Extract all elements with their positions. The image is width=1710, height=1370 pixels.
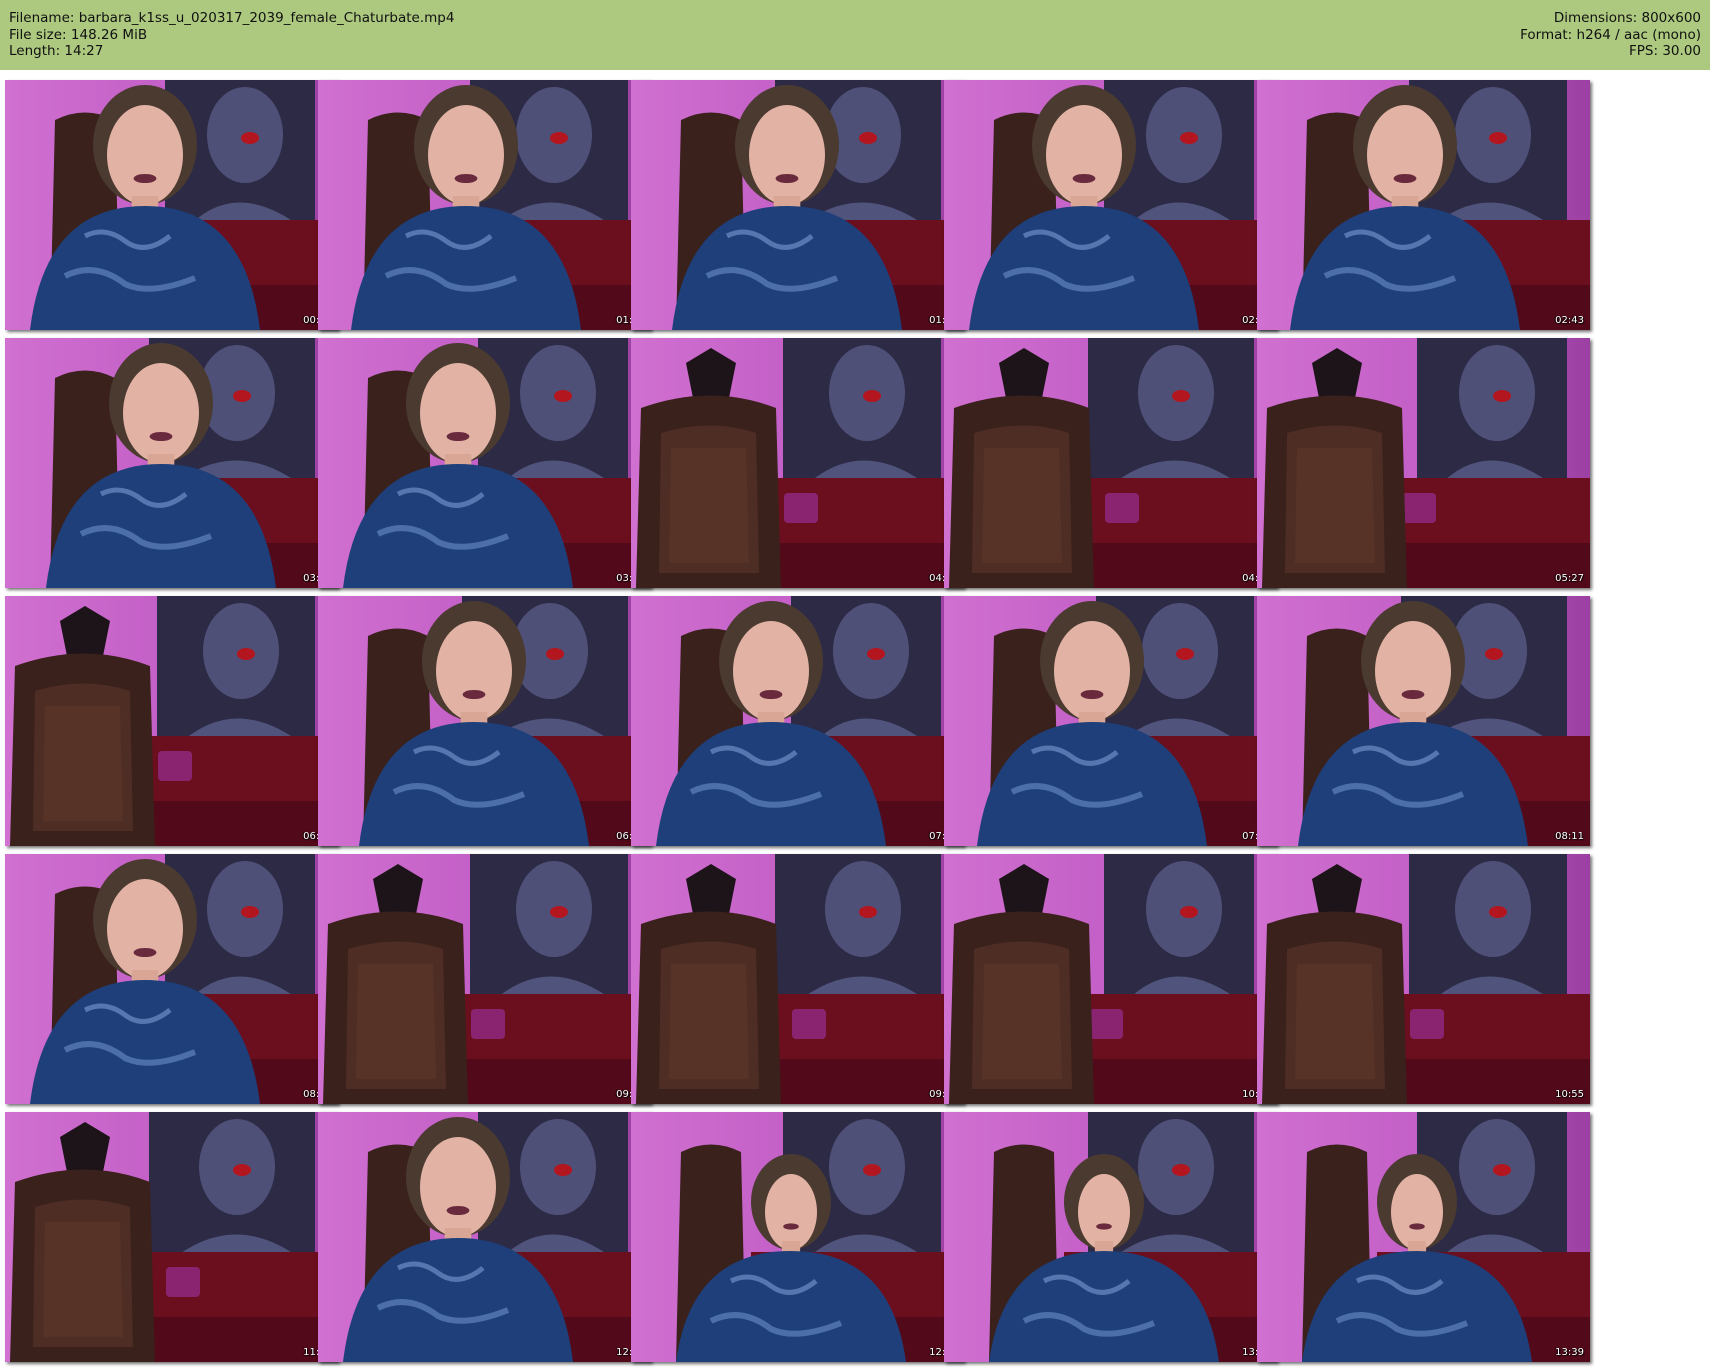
video-thumbnail: 08:44 — [5, 854, 338, 1104]
video-thumbnail: 02:11 — [944, 80, 1277, 330]
thumbnail-timestamp: 13:39 — [1555, 1347, 1584, 1358]
video-thumbnail: 10:55 — [1257, 854, 1590, 1104]
thumbnail-frame-image — [631, 1112, 964, 1362]
thumbnail-frame-image — [944, 854, 1277, 1104]
video-thumbnail: 09:17 — [318, 854, 651, 1104]
video-thumbnail: 03:49 — [318, 338, 651, 588]
thumbnail-timestamp: 10:55 — [1555, 1089, 1584, 1100]
thumbnail-frame-image — [944, 338, 1277, 588]
video-thumbnail: 07:39 — [944, 596, 1277, 846]
thumbnail-frame-image — [944, 80, 1277, 330]
video-thumbnail: 01:38 — [631, 80, 964, 330]
dimensions-text: Dimensions: 800x600 — [1553, 10, 1701, 26]
thumbnail-frame-image — [5, 1112, 338, 1362]
format-text: Format: h264 / aac (mono) — [1520, 26, 1701, 43]
thumbnail-grid: 00:3201:0501:3802:11 02:43 03:1603:4904:22… — [0, 70, 1710, 1370]
video-thumbnail: 10:23 — [944, 854, 1277, 1104]
filename-text: Filename: barbara_k1ss_u_020317_2039_fem… — [9, 10, 455, 26]
video-thumbnail: 12:34 — [631, 1112, 964, 1362]
thumbnail-frame-image — [631, 596, 964, 846]
video-thumbnail: 11:28 — [5, 1112, 338, 1362]
file-info: Filename: barbara_k1ss_u_020317_2039_fem… — [9, 10, 454, 60]
video-thumbnail: 13:39 — [1257, 1112, 1590, 1362]
thumbnail-frame-image — [318, 80, 651, 330]
thumbnail-frame-image — [318, 854, 651, 1104]
thumbnail-frame-image — [5, 596, 338, 846]
thumbnail-frame-image — [1257, 338, 1590, 588]
video-thumbnail: 08:11 — [1257, 596, 1590, 846]
thumbnail-frame-image — [5, 338, 338, 588]
video-thumbnail: 06:33 — [318, 596, 651, 846]
info-header: Filename: barbara_k1ss_u_020317_2039_fem… — [0, 0, 1710, 70]
thumbnail-frame-image — [318, 1112, 651, 1362]
thumbnail-timestamp: 08:11 — [1555, 831, 1584, 842]
video-thumbnail: 13:07 — [944, 1112, 1277, 1362]
video-thumbnail: 09:50 — [631, 854, 964, 1104]
video-thumbnail: 06:00 — [5, 596, 338, 846]
thumbnail-frame-image — [631, 854, 964, 1104]
video-thumbnail: 02:43 — [1257, 80, 1590, 330]
thumbnail-frame-image — [631, 338, 964, 588]
video-thumbnail: 04:22 — [631, 338, 964, 588]
thumbnail-frame-image — [1257, 854, 1590, 1104]
video-thumbnail: 01:05 — [318, 80, 651, 330]
thumbnail-frame-image — [1257, 1112, 1590, 1362]
thumbnail-frame-image — [1257, 80, 1590, 330]
video-thumbnail: 05:27 — [1257, 338, 1590, 588]
thumbnail-frame-image — [944, 1112, 1277, 1362]
thumbnail-frame-image — [944, 596, 1277, 846]
video-thumbnail: 04:55 — [944, 338, 1277, 588]
thumbnail-frame-image — [5, 854, 338, 1104]
thumbnail-frame-image — [631, 80, 964, 330]
thumbnail-frame-image — [318, 596, 651, 846]
filesize-text: File size: 148.26 MiB — [9, 26, 148, 43]
thumbnail-timestamp: 05:27 — [1555, 573, 1584, 584]
thumbnail-frame-image — [318, 338, 651, 588]
fps-text: FPS: 30.00 — [1629, 43, 1701, 59]
thumbnail-timestamp: 02:43 — [1555, 315, 1584, 326]
thumbnail-frame-image — [1257, 596, 1590, 846]
video-thumbnail: 07:06 — [631, 596, 964, 846]
video-thumbnail: 00:32 — [5, 80, 338, 330]
thumbnail-frame-image — [5, 80, 338, 330]
length-text: Length: 14:27 — [9, 43, 104, 59]
video-thumbnail: 12:01 — [318, 1112, 651, 1362]
video-thumbnail: 03:16 — [5, 338, 338, 588]
stream-info: Dimensions: 800x600 Format: h264 / aac (… — [1520, 10, 1701, 60]
